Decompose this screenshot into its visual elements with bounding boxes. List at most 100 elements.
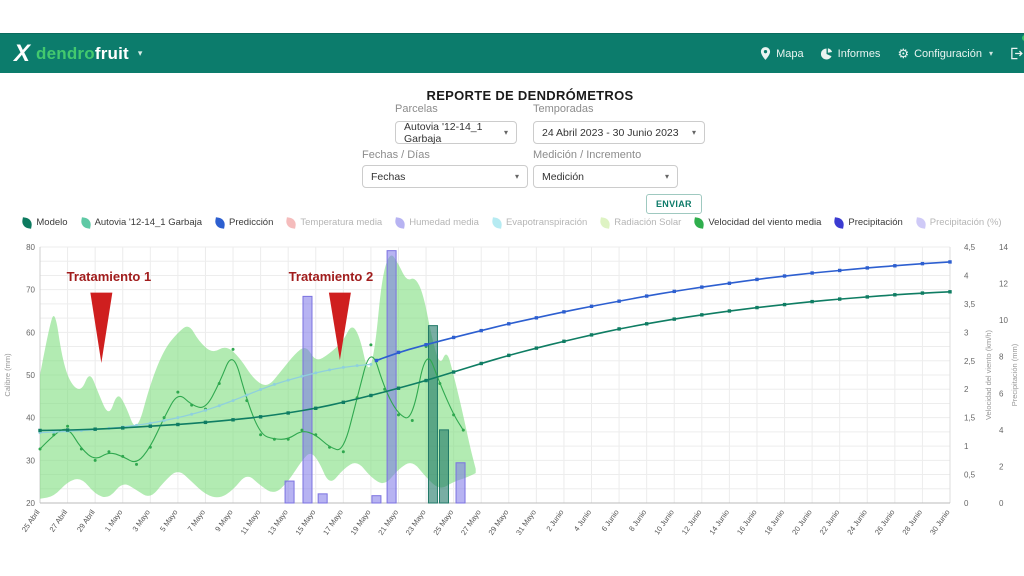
brand-name: dendrofruit: [36, 45, 129, 62]
svg-text:Tratamiento 1: Tratamiento 1: [67, 269, 152, 284]
y-axis-viento: 00,511,522,533,544,5Velocidad del viento…: [964, 243, 993, 508]
svg-text:Calibre (mm): Calibre (mm): [3, 353, 12, 397]
brand-name-white: fruit: [95, 44, 129, 63]
leaf-icon: [214, 217, 226, 229]
page-title: REPORTE DE DENDRÓMETROS: [330, 88, 730, 103]
navbar-menu: Mapa Informes ⚙ Configuración ▾ Salir: [760, 34, 1024, 73]
svg-text:26 Junio: 26 Junio: [873, 508, 897, 536]
nav-item-informes[interactable]: Informes: [821, 48, 881, 60]
legend-label: Velocidad del viento media: [708, 217, 821, 228]
svg-text:13 Mayo: 13 Mayo: [266, 508, 290, 537]
brand-name-green: dendro: [36, 44, 95, 63]
logout-icon: [1010, 47, 1023, 60]
svg-text:15 Mayo: 15 Mayo: [294, 508, 318, 537]
legend-label: Humedad media: [409, 217, 479, 228]
svg-text:5 Mayo: 5 Mayo: [158, 508, 179, 533]
nav-item-salir[interactable]: Salir: [1010, 47, 1024, 60]
svg-text:6 Junio: 6 Junio: [599, 508, 620, 533]
svg-text:17 Mayo: 17 Mayo: [321, 508, 345, 537]
leaf-icon: [80, 217, 92, 229]
legend-label: Modelo: [36, 217, 67, 228]
dendrometer-chart[interactable]: Tratamiento 1Tratamiento 225 Abril27 Abr…: [0, 238, 1024, 550]
legend-item-temperatura-media[interactable]: Temperatura media: [286, 217, 382, 228]
medicion-label: Medición / Incremento: [533, 149, 641, 161]
nav-item-label: Mapa: [776, 48, 804, 60]
leaf-icon: [694, 217, 706, 229]
svg-text:3 Mayo: 3 Mayo: [130, 508, 151, 533]
svg-text:50: 50: [26, 371, 35, 380]
legend-item-precipitaci-n[interactable]: Precipitación: [834, 217, 902, 228]
legend-item-evapotranspiraci-n[interactable]: Evapotranspiración: [492, 217, 587, 228]
svg-text:4,5: 4,5: [964, 243, 976, 252]
legend-label: Autovia '12-14_1 Garbaja: [95, 217, 202, 228]
fechas-dias-label: Fechas / Días: [362, 149, 430, 161]
y-axis-precip: 02468101214Precipitación (mm): [999, 243, 1019, 508]
svg-text:Precipitación (mm): Precipitación (mm): [1010, 343, 1019, 406]
chevron-down-icon: ▾: [692, 128, 696, 137]
leaf-icon: [599, 217, 611, 229]
svg-text:40: 40: [26, 414, 35, 423]
svg-text:2 Junio: 2 Junio: [544, 508, 565, 533]
svg-text:4 Junio: 4 Junio: [572, 508, 593, 533]
fechas-dias-select[interactable]: Fechas▾: [362, 165, 528, 188]
svg-text:27 Mayo: 27 Mayo: [459, 508, 483, 537]
nav-item-mapa[interactable]: Mapa: [760, 47, 804, 60]
svg-text:20: 20: [26, 499, 35, 508]
svg-text:30: 30: [26, 456, 35, 465]
legend-item-modelo[interactable]: Modelo: [22, 217, 67, 228]
legend-item-precipitaci-n-[interactable]: Precipitación (%): [916, 217, 1002, 228]
medicion-select[interactable]: Medición▾: [533, 165, 678, 188]
annotation-tratamiento-1: Tratamiento 1: [67, 269, 152, 363]
svg-text:27 Abril: 27 Abril: [47, 508, 69, 534]
svg-text:2: 2: [999, 462, 1004, 471]
chart-legend: Modelo Autovia '12-14_1 Garbaja Predicción…: [0, 217, 1024, 228]
legend-item-velocidad-del-viento-media[interactable]: Velocidad del viento media: [694, 217, 821, 228]
legend-item-predicci-n[interactable]: Predicción: [215, 217, 273, 228]
svg-text:29 Mayo: 29 Mayo: [487, 508, 511, 537]
leaf-icon: [915, 217, 927, 229]
nav-item-configuracion[interactable]: ⚙ Configuración ▾: [897, 47, 993, 60]
medicion-value: Medición: [542, 171, 584, 183]
svg-text:18 Junio: 18 Junio: [763, 508, 787, 536]
svg-text:6: 6: [999, 389, 1004, 398]
svg-text:11 Mayo: 11 Mayo: [239, 508, 263, 536]
chevron-down-icon: ▾: [138, 48, 143, 59]
svg-text:10: 10: [999, 316, 1008, 325]
svg-text:0,5: 0,5: [964, 471, 976, 480]
chevron-down-icon: ▾: [504, 128, 508, 137]
svg-text:3,5: 3,5: [964, 300, 976, 309]
legend-item-radiaci-n-solar[interactable]: Radiación Solar: [600, 217, 681, 228]
svg-text:8 Junio: 8 Junio: [627, 508, 648, 533]
svg-text:9 Mayo: 9 Mayo: [213, 508, 234, 533]
pie-chart-icon: [821, 48, 833, 60]
legend-item-autovia-12-14-1-garbaja[interactable]: Autovia '12-14_1 Garbaja: [81, 217, 202, 228]
svg-text:0: 0: [964, 499, 969, 508]
svg-text:25 Mayo: 25 Mayo: [431, 508, 455, 537]
leaf-icon: [834, 217, 846, 229]
temporadas-label: Temporadas: [533, 103, 594, 115]
svg-text:8: 8: [999, 353, 1004, 362]
chevron-down-icon: ▾: [515, 172, 519, 181]
brand-logo[interactable]: X dendrofruit ▾: [0, 42, 142, 66]
svg-text:1: 1: [964, 442, 969, 451]
svg-text:31 Mayo: 31 Mayo: [514, 508, 538, 537]
svg-text:Velocidad del viento (km/h): Velocidad del viento (km/h): [984, 329, 993, 420]
nav-item-label: Configuración: [914, 48, 982, 60]
svg-text:19 Mayo: 19 Mayo: [349, 508, 373, 537]
svg-text:7 Mayo: 7 Mayo: [186, 508, 207, 533]
parcelas-value: Autovia '12-14_1 Garbaja: [404, 121, 498, 145]
temporadas-value: 24 Abril 2023 - 30 Junio 2023: [542, 127, 679, 139]
svg-text:28 Junio: 28 Junio: [900, 508, 924, 536]
temporadas-select[interactable]: 24 Abril 2023 - 30 Junio 2023 ▾: [533, 121, 705, 144]
legend-item-humedad-media[interactable]: Humedad media: [395, 217, 479, 228]
svg-text:70: 70: [26, 286, 35, 295]
svg-text:30 Junio: 30 Junio: [928, 508, 952, 536]
legend-label: Precipitación: [848, 217, 902, 228]
enviar-button[interactable]: ENVIAR: [646, 194, 702, 214]
svg-text:0: 0: [999, 499, 1004, 508]
leaf-icon: [286, 217, 298, 229]
y-axis-calibre: 20304050607080Calibre (mm): [3, 243, 36, 508]
nav-item-label: Informes: [838, 48, 881, 60]
parcelas-label: Parcelas: [395, 103, 438, 115]
parcelas-select[interactable]: Autovia '12-14_1 Garbaja ▾: [395, 121, 517, 144]
